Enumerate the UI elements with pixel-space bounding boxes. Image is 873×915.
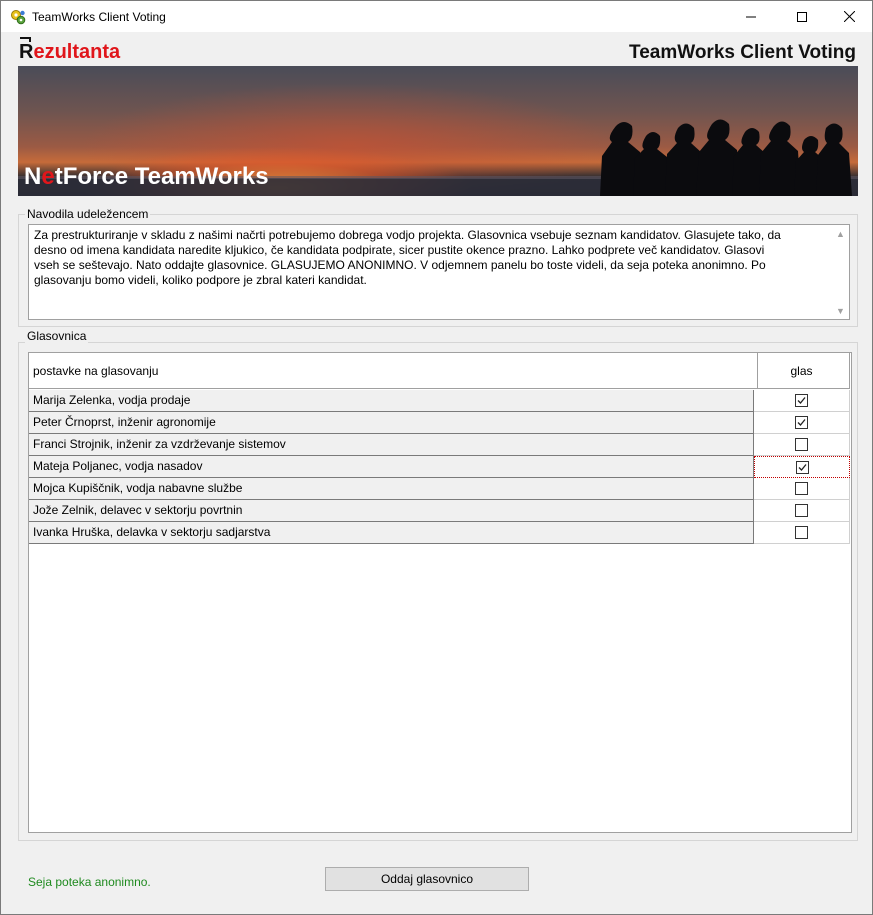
submit-ballot-button[interactable]: Oddaj glasovnico [325, 867, 529, 891]
vote-cell[interactable] [754, 500, 850, 522]
close-icon [843, 11, 855, 22]
candidate-name-cell[interactable]: Jože Zelnik, delavec v sektorju povrtnin [29, 500, 754, 522]
checkmark-icon [797, 397, 806, 404]
instructions-scrollbar[interactable]: ▲ ▼ [832, 225, 849, 319]
vote-checkbox[interactable] [795, 438, 808, 451]
table-row: Mateja Poljanec, vodja nasadov [29, 456, 851, 478]
grid-header: postavke na glasovanju glas [29, 353, 851, 389]
brand-hook-letter: N [24, 163, 42, 190]
scroll-up-icon[interactable]: ▲ [832, 225, 849, 242]
vote-cell[interactable] [754, 522, 850, 544]
maximize-icon [797, 11, 807, 22]
column-header-vote[interactable]: glas [754, 353, 850, 389]
scroll-down-icon[interactable]: ▼ [832, 302, 849, 319]
vote-checkbox[interactable] [795, 526, 808, 539]
vote-cell[interactable] [754, 434, 850, 456]
ballot-group-label: Glasovnica [25, 329, 89, 343]
candidate-name-cell[interactable]: Marija Zelenka, vodja prodaje [29, 390, 754, 412]
netforce-brand: NetForce TeamWorks [24, 163, 269, 191]
candidate-name-cell[interactable]: Franci Strojnik, inženir za vzdrževanje … [29, 434, 754, 456]
vote-checkbox[interactable] [795, 482, 808, 495]
app-window: TeamWorks Client Voting Rezultanta TeamW… [0, 0, 873, 915]
app-title: TeamWorks Client Voting [629, 42, 856, 63]
logo-rest: ezultanta [33, 41, 121, 63]
table-row: Marija Zelenka, vodja prodaje [29, 390, 851, 412]
window-title: TeamWorks Client Voting [32, 10, 166, 24]
brand-rest: tForce TeamWorks [54, 163, 269, 190]
close-button[interactable] [826, 1, 872, 32]
ballot-grid: postavke na glasovanju glas Marija Zelen… [28, 352, 852, 833]
candidate-name-cell[interactable]: Mateja Poljanec, vodja nasadov [29, 456, 754, 478]
vote-cell[interactable] [754, 478, 850, 500]
table-row: Ivanka Hruška, delavka v sektorju sadjar… [29, 522, 851, 544]
vote-checkbox-checked[interactable] [795, 394, 808, 407]
maximize-button[interactable] [779, 1, 825, 32]
logo-hook-letter: R [19, 37, 34, 63]
brand-red-letter: e [41, 163, 55, 190]
instructions-text: Za prestrukturiranje v skladu z našimi n… [34, 228, 781, 287]
title-bar[interactable]: TeamWorks Client Voting [1, 1, 872, 32]
vote-checkbox[interactable] [795, 504, 808, 517]
instructions-group-label: Navodila udeležencem [25, 207, 151, 221]
vote-cell[interactable] [754, 412, 850, 434]
vote-cell[interactable] [754, 390, 850, 412]
table-row: Peter Črnoprst, inženir agronomije [29, 412, 851, 434]
candidate-name-cell[interactable]: Peter Črnoprst, inženir agronomije [29, 412, 754, 434]
instructions-textbox[interactable]: Za prestrukturiranje v skladu z našimi n… [28, 224, 850, 320]
minimize-button[interactable] [728, 1, 774, 32]
table-row: Mojca Kupiščnik, vodja nabavne službe [29, 478, 851, 500]
status-text: Seja poteka anonimno. [28, 875, 151, 889]
vote-checkbox-checked[interactable] [795, 460, 809, 474]
vote-checkbox-checked[interactable] [795, 416, 808, 429]
header-banner: NetForce TeamWorks [18, 66, 858, 196]
vote-cell[interactable] [754, 456, 850, 478]
table-row: Franci Strojnik, inženir za vzdrževanje … [29, 434, 851, 456]
column-header-item[interactable]: postavke na glasovanju [29, 353, 758, 389]
checkmark-icon [798, 463, 807, 471]
minimize-icon [746, 16, 756, 17]
checkmark-icon [797, 419, 806, 426]
candidate-name-cell[interactable]: Mojca Kupiščnik, vodja nabavne službe [29, 478, 754, 500]
app-gears-icon [11, 10, 26, 25]
rezultanta-logo: Rezultanta [19, 37, 121, 64]
table-row: Jože Zelnik, delavec v sektorju povrtnin [29, 500, 851, 522]
candidate-name-cell[interactable]: Ivanka Hruška, delavka v sektorju sadjar… [29, 522, 754, 544]
